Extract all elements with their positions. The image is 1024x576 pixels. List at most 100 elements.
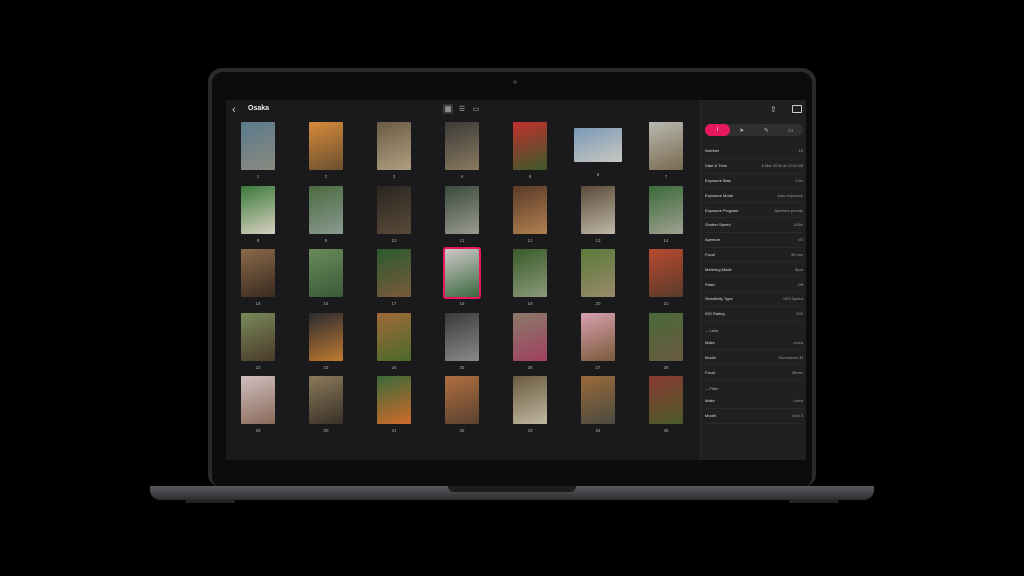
metadata-row: Model Summicron M: [705, 350, 803, 366]
photo-thumbnail[interactable]: [377, 249, 411, 297]
metadata-value: UVa II: [792, 413, 803, 419]
photo-thumbnail[interactable]: [309, 122, 343, 170]
photo-thumbnail[interactable]: [649, 312, 683, 361]
photo-cell[interactable]: 13: [568, 185, 628, 248]
lens-section-header[interactable]: ⌄ Lens: [705, 322, 803, 336]
photo-cell[interactable]: 26: [500, 312, 560, 375]
list-view-icon[interactable]: ☰: [457, 104, 467, 114]
metadata-key: Focal: [705, 369, 715, 375]
filter-section-header[interactable]: ⌄ Filter: [705, 380, 803, 394]
photo-thumbnail[interactable]: [581, 185, 615, 234]
photo-thumbnail[interactable]: [649, 122, 683, 170]
photo-cell[interactable]: 23: [296, 312, 356, 375]
photo-cell[interactable]: 10: [364, 185, 424, 248]
photo-cell[interactable]: 6: [568, 122, 628, 184]
photo-thumbnail[interactable]: [581, 312, 615, 361]
photo-thumbnail[interactable]: [581, 249, 615, 297]
info-tab-icon[interactable]: i: [705, 124, 730, 136]
photo-cell[interactable]: 4: [432, 122, 492, 184]
photo-thumbnail[interactable]: [377, 122, 411, 170]
photo-thumbnail[interactable]: [241, 249, 275, 297]
photo-thumbnail[interactable]: [445, 122, 479, 170]
metadata-value: f/2: [798, 237, 803, 243]
frame-tab-icon[interactable]: ▭: [779, 124, 804, 136]
photo-thumbnail[interactable]: [309, 185, 343, 234]
photo-cell[interactable]: 28: [636, 312, 696, 375]
photo-thumbnail[interactable]: [377, 312, 411, 361]
info-sidebar: ⇪ i ➤ ✎ ▭ Number 18 Date & Time 6 Mar 2036 at …: [700, 100, 806, 460]
photo-thumbnail[interactable]: [443, 247, 481, 299]
photo-thumbnail[interactable]: [513, 122, 547, 170]
photo-cell[interactable]: 19: [500, 249, 560, 311]
photo-cell[interactable]: 2: [296, 122, 356, 184]
photo-thumbnail[interactable]: [574, 128, 622, 162]
photo-thumbnail[interactable]: [513, 249, 547, 297]
photo-thumbnail[interactable]: [649, 376, 683, 424]
photo-cell[interactable]: 30: [296, 376, 356, 438]
photo-cell[interactable]: 7: [636, 122, 696, 184]
photo-number: 13: [595, 237, 601, 243]
photo-cell[interactable]: 27: [568, 312, 628, 375]
metadata-row: Exposure Program Aperture priority: [705, 203, 803, 218]
photo-cell[interactable]: 5: [500, 122, 560, 184]
photo-number: 1: [256, 174, 260, 179]
photo-cell[interactable]: 35: [636, 376, 696, 438]
photo-thumbnail[interactable]: [581, 376, 615, 424]
photo-cell[interactable]: 8: [228, 185, 288, 248]
photo-thumbnail[interactable]: [241, 122, 275, 170]
photo-cell[interactable]: 34: [568, 376, 628, 438]
photo-thumbnail[interactable]: [649, 185, 683, 234]
share-icon[interactable]: ⇪: [770, 105, 777, 114]
photo-cell[interactable]: 31: [364, 376, 424, 438]
metadata-key: Sensitivity Type: [705, 296, 733, 302]
photo-cell[interactable]: 21: [636, 249, 696, 311]
app-window: ‹ Osaka ▦ ☰ ▭ 1 2 3 4 5 6 7 8 9 10 11 12 13 14 15 16 17 1…: [226, 100, 806, 460]
photo-cell[interactable]: 16: [296, 249, 356, 311]
photo-cell[interactable]: 33: [500, 376, 560, 438]
photo-cell[interactable]: 32: [432, 376, 492, 438]
photo-thumbnail[interactable]: [513, 185, 547, 234]
metadata-key: Model: [705, 354, 716, 360]
metadata-row: Metering Mode Spot: [705, 262, 803, 278]
photo-thumbnail[interactable]: [241, 376, 275, 424]
back-button[interactable]: ‹: [232, 104, 236, 116]
photo-thumbnail[interactable]: [309, 376, 343, 424]
metadata-row: Aperture f/2: [705, 233, 803, 248]
photo-thumbnail[interactable]: [445, 376, 479, 424]
photo-cell[interactable]: 14: [636, 185, 696, 248]
photo-thumbnail[interactable]: [377, 185, 411, 234]
album-title: Osaka: [248, 105, 270, 112]
metadata-key: Make: [705, 398, 715, 404]
photo-thumbnail[interactable]: [309, 312, 343, 361]
photo-cell[interactable]: 22: [228, 312, 288, 375]
photo-thumbnail[interactable]: [513, 376, 547, 424]
comment-tab-icon[interactable]: ✎: [754, 124, 779, 136]
location-tab-icon[interactable]: ➤: [730, 124, 755, 136]
photo-cell[interactable]: 24: [364, 312, 424, 375]
photo-cell[interactable]: 15: [228, 249, 288, 311]
photo-cell[interactable]: 25: [432, 312, 492, 375]
photo-cell[interactable]: 1: [228, 122, 288, 184]
photo-thumbnail[interactable]: [241, 312, 275, 361]
photo-cell[interactable]: 17: [364, 249, 424, 311]
filmstrip-view-icon[interactable]: ▭: [471, 104, 481, 114]
metadata-value: Leica: [793, 398, 803, 404]
sidebar-toggle-icon[interactable]: [792, 105, 802, 113]
photo-thumbnail[interactable]: [377, 376, 411, 424]
photo-cell[interactable]: 18: [432, 247, 492, 311]
photo-cell[interactable]: 11: [432, 185, 492, 248]
photo-thumbnail[interactable]: [241, 185, 275, 234]
grid-view-icon[interactable]: ▦: [443, 104, 453, 114]
photo-number: 10: [391, 237, 397, 243]
photo-cell[interactable]: 3: [364, 122, 424, 184]
metadata-key: Aperture: [705, 237, 721, 243]
photo-cell[interactable]: 9: [296, 185, 356, 248]
photo-cell[interactable]: 20: [568, 249, 628, 311]
photo-thumbnail[interactable]: [445, 312, 479, 361]
photo-thumbnail[interactable]: [309, 249, 343, 297]
photo-thumbnail[interactable]: [513, 312, 547, 361]
photo-thumbnail[interactable]: [445, 185, 479, 234]
photo-cell[interactable]: 12: [500, 185, 560, 248]
photo-thumbnail[interactable]: [649, 249, 683, 297]
photo-cell[interactable]: 29: [228, 376, 288, 438]
